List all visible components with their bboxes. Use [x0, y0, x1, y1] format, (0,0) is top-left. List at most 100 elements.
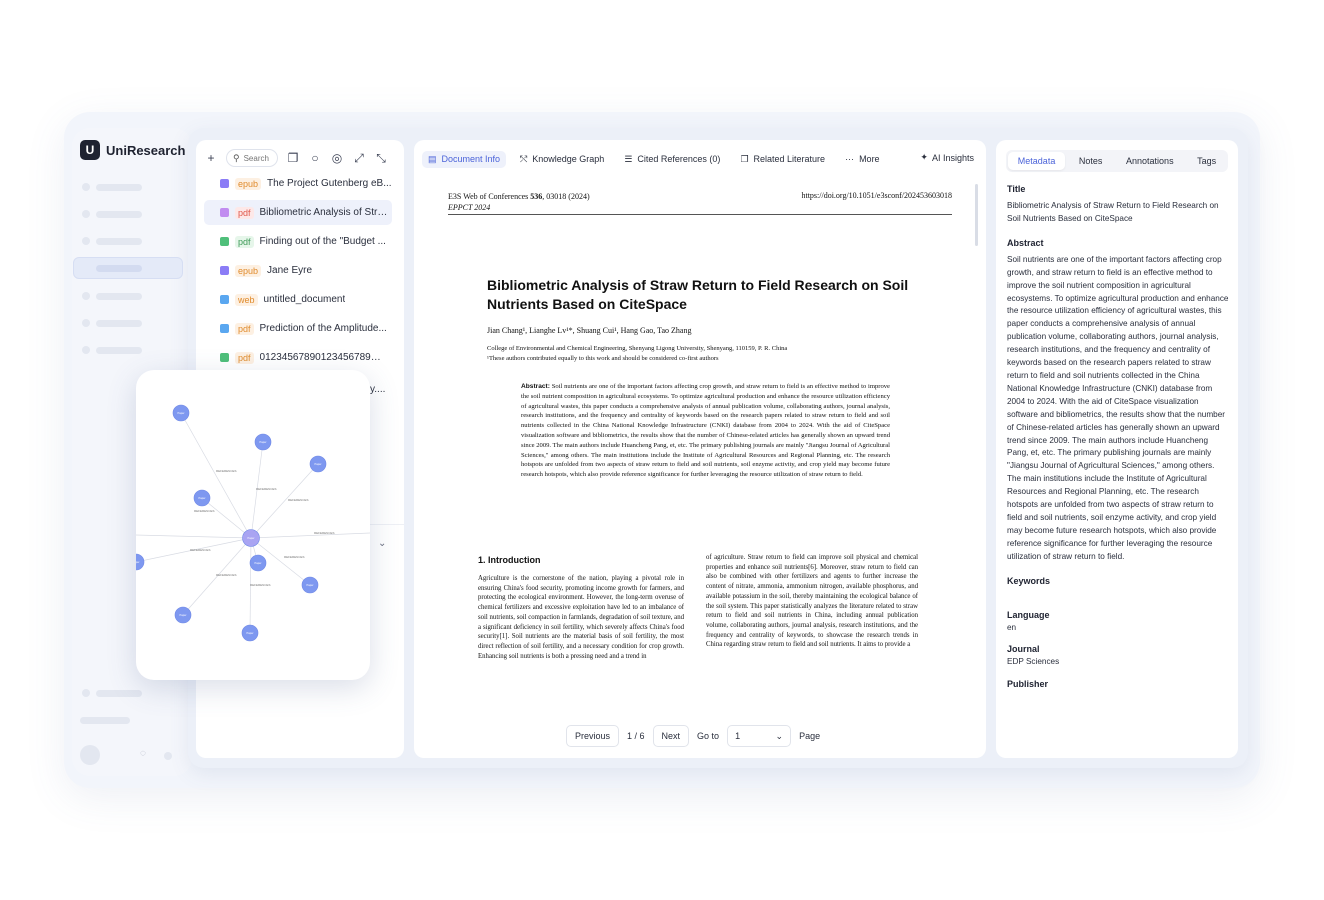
tab-more[interactable]: ··· More	[839, 151, 886, 167]
file-name: untitled_document	[263, 294, 346, 305]
file-toolbar: + ⚲ ❐ ○ ◎ ⤢ ⤡	[204, 148, 388, 168]
chevron-down-icon[interactable]: ⌄	[378, 538, 386, 549]
nav-placeholder-dot[interactable]	[82, 319, 90, 327]
knowledge-graph-card[interactable]: REFERENCES REFERENCES REFERENCES REFERENCES…	[136, 370, 370, 680]
page-status: 1 / 6	[627, 731, 645, 741]
abstract-label: Abstract:	[521, 383, 550, 390]
metadata-tabs: Metadata Notes Annotations Tags	[1006, 150, 1228, 172]
file-name: Jane Eyre	[267, 265, 313, 276]
copy-icon: ❐	[740, 153, 749, 164]
author-note: ¹These authors contributed equally to th…	[487, 354, 719, 362]
file-item[interactable]: pdf 01234567890123456789O1...	[204, 345, 392, 370]
tab-label: More	[859, 154, 880, 164]
nav-placeholder[interactable]	[96, 238, 142, 245]
file-item[interactable]: epub The Project Gutenberg eB...	[204, 171, 392, 196]
copy-icon[interactable]: ❐	[286, 151, 300, 165]
search-input[interactable]	[243, 153, 274, 163]
nav-placeholder[interactable]	[96, 320, 142, 327]
file-type-badge: epub	[235, 177, 262, 190]
keywords-label: Keywords	[1007, 575, 1051, 586]
document-tabs: ▤ Document Info ⤲ Knowledge Graph ☰ Cite…	[422, 149, 886, 169]
settings-placeholder-icon[interactable]	[164, 752, 172, 760]
paper-column-left: Agriculture is the cornerstone of the na…	[478, 575, 684, 660]
nav-placeholder-dot[interactable]	[82, 210, 90, 218]
search-box[interactable]: ⚲	[226, 149, 278, 167]
tab-cited-references[interactable]: ☰ Cited References (0)	[618, 151, 726, 168]
nav-placeholder-dot[interactable]	[82, 237, 90, 245]
node-label: Paper	[315, 462, 322, 466]
tab-knowledge-graph[interactable]: ⤲ Knowledge Graph	[514, 151, 610, 168]
target-icon[interactable]: ◎	[330, 151, 344, 165]
edge-label: REFERENCES	[216, 469, 237, 473]
tab-related-literature[interactable]: ❐ Related Literature	[734, 151, 831, 168]
nav-placeholder-dot[interactable]	[82, 689, 90, 697]
file-item[interactable]: pdf Bibliometric Analysis of Stra...	[204, 200, 392, 225]
avatar[interactable]	[80, 745, 100, 765]
add-icon[interactable]: +	[204, 151, 218, 165]
paper-doi[interactable]: https://doi.org/10.1051/e3sconf/20245360…	[801, 191, 952, 200]
file-type-badge: pdf	[235, 351, 254, 364]
edge-label: REFERENCES	[216, 573, 237, 577]
node-label: Paper	[248, 536, 255, 540]
graph-edge	[180, 412, 252, 539]
graph-edge	[136, 534, 252, 539]
previous-button[interactable]: Previous	[566, 725, 620, 747]
nav-placeholder[interactable]	[96, 690, 142, 697]
edge-label: REFERENCES	[250, 583, 271, 587]
file-item[interactable]: pdf Prediction of the Amplitude...	[204, 316, 392, 341]
next-button[interactable]: Next	[652, 725, 690, 747]
nav-placeholder[interactable]	[80, 717, 130, 724]
page-select[interactable]: 1 ⌄	[727, 725, 792, 747]
node-label: Paper	[178, 411, 185, 415]
metadata-body: Title Bibliometric Analysis of Straw Ret…	[1007, 184, 1229, 695]
edge-label: REFERENCES	[314, 531, 335, 535]
fullscreen-icon[interactable]: ⤡	[374, 151, 388, 166]
tab-tags[interactable]: Tags	[1187, 152, 1226, 170]
node-label: Paper	[199, 496, 206, 500]
brand-logo-icon: U	[80, 140, 100, 160]
nav-placeholder-dot[interactable]	[82, 292, 90, 300]
node-label: Paper	[180, 613, 187, 617]
abstract-value: Soil nutrients are one of the important …	[1007, 254, 1229, 561]
tab-label: Document Info	[441, 154, 501, 164]
expand-icon[interactable]: ⤢	[352, 151, 366, 166]
file-item[interactable]: web untitled_document	[204, 287, 392, 312]
file-type-icon	[220, 266, 229, 275]
edge-label: REFERENCES	[288, 498, 309, 502]
language-label: Language	[1007, 609, 1050, 620]
file-item[interactable]: pdf Finding out of the "Budget ...	[204, 229, 392, 254]
header-rule	[448, 214, 952, 215]
search-icon: ⚲	[233, 152, 240, 163]
file-type-badge: pdf	[235, 322, 254, 335]
nav-placeholder[interactable]	[96, 293, 142, 300]
nav-placeholder-dot[interactable]	[82, 183, 90, 191]
nav-placeholder	[96, 265, 142, 272]
tab-metadata[interactable]: Metadata	[1007, 152, 1066, 170]
file-type-badge: web	[235, 293, 258, 306]
metadata-panel: Metadata Notes Annotations Tags Title Bi…	[996, 140, 1238, 758]
node-label: Paper	[136, 560, 140, 564]
title-value: Bibliometric Analysis of Straw Return to…	[1007, 201, 1219, 223]
tab-notes[interactable]: Notes	[1069, 152, 1113, 170]
knowledge-graph[interactable]: REFERENCES REFERENCES REFERENCES REFERENCES…	[136, 370, 370, 680]
file-type-icon	[220, 208, 229, 217]
page-label: Page	[799, 731, 821, 741]
ai-insights-label: AI Insights	[931, 152, 974, 163]
tab-document-info[interactable]: ▤ Document Info	[422, 150, 507, 168]
abstract-label: Abstract	[1007, 237, 1044, 248]
node-label: Paper	[255, 561, 262, 565]
nav-placeholder[interactable]	[96, 211, 142, 218]
nav-placeholder[interactable]	[96, 347, 142, 354]
file-item[interactable]: epub Jane Eyre	[204, 258, 392, 283]
nav-placeholder-dot[interactable]	[82, 346, 90, 354]
node-label: Paper	[307, 583, 314, 587]
tab-annotations[interactable]: Annotations	[1116, 152, 1184, 170]
circle-icon[interactable]: ○	[308, 151, 322, 165]
paper-conference: EPPCT 2024	[448, 203, 491, 212]
paper-article-no: , 03018 (2024)	[542, 192, 590, 201]
ai-insights-button[interactable]: ✦ AI Insights	[920, 152, 974, 163]
chevron-down-icon: ⌄	[775, 730, 784, 741]
scrollbar[interactable]	[975, 184, 978, 246]
nav-placeholder[interactable]	[96, 184, 142, 191]
paper-header-left: E3S Web of Conferences 536, 03018 (2024)…	[448, 191, 590, 213]
